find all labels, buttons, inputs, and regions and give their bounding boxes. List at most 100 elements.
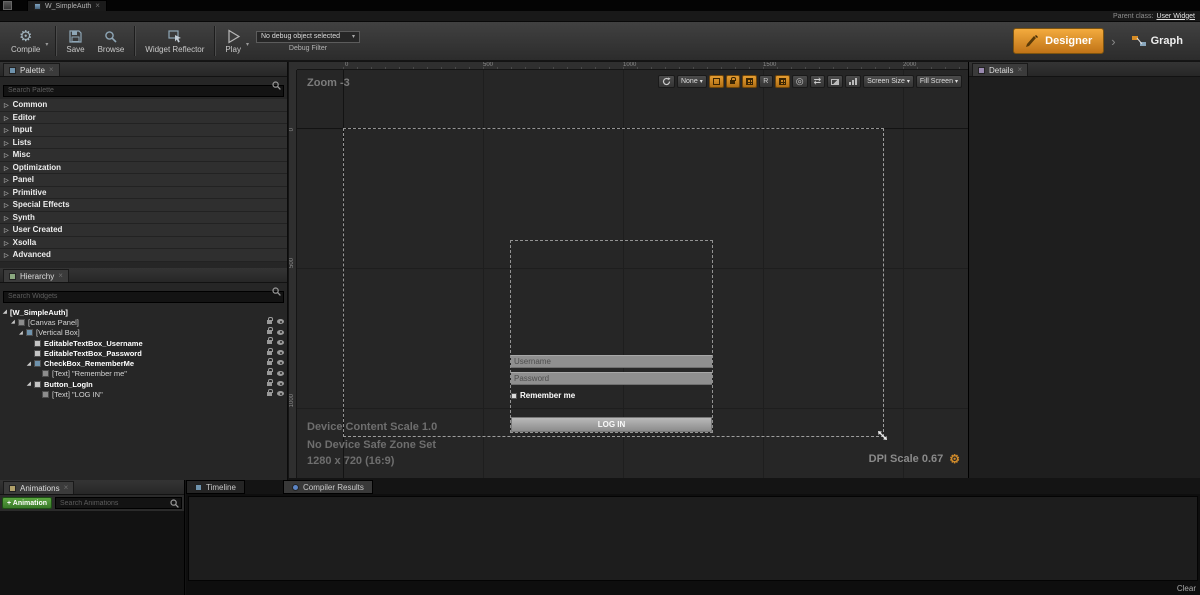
palette-category-misc[interactable]: Misc — [0, 149, 287, 162]
palette-search-input[interactable] — [3, 85, 284, 97]
compiler-results-log[interactable] — [188, 496, 1198, 581]
animations-list-empty[interactable] — [0, 511, 184, 595]
checkbox-box-icon[interactable] — [511, 393, 517, 399]
designer-canvas[interactable]: Username Password Remember me LOG IN Zoo… — [289, 62, 968, 478]
lock-icon[interactable] — [267, 392, 272, 396]
username-textbox-widget[interactable]: Username — [511, 355, 712, 368]
lock-icon[interactable] — [267, 340, 272, 344]
lock-icon[interactable] — [267, 330, 272, 334]
expand-arrow-icon[interactable] — [4, 138, 9, 147]
palette-category-common[interactable]: Common — [0, 99, 287, 112]
none-dropdown[interactable]: None — [677, 75, 707, 88]
expand-arrow-icon[interactable] — [4, 238, 9, 247]
hierarchy-item-vertical-box[interactable]: [Vertical Box] — [0, 328, 287, 338]
snap-grid-button[interactable] — [775, 75, 790, 88]
palette-category-input[interactable]: Input — [0, 124, 287, 137]
expand-arrow-icon[interactable] — [4, 113, 9, 122]
hierarchy-item-password-textbox[interactable]: EditableTextBox_Password — [0, 348, 287, 358]
hierarchy-search-input[interactable] — [3, 291, 284, 303]
hierarchy-item-username-textbox[interactable]: EditableTextBox_Username — [0, 338, 287, 348]
parent-class-link[interactable]: User Widget — [1156, 13, 1195, 20]
lock-toggle-button[interactable] — [726, 75, 740, 88]
debug-object-dropdown[interactable]: No debug object selected — [256, 31, 360, 43]
visibility-eye-icon[interactable] — [277, 371, 284, 376]
visibility-eye-icon[interactable] — [277, 340, 284, 345]
clear-button[interactable]: Clear — [1177, 584, 1196, 593]
animations-tab[interactable]: Animations — [3, 481, 74, 494]
password-textbox-widget[interactable]: Password — [511, 372, 712, 385]
palette-category-editor[interactable]: Editor — [0, 112, 287, 125]
lock-icon[interactable] — [267, 351, 272, 355]
preview-background-button[interactable] — [827, 75, 843, 88]
palette-category-panel[interactable]: Panel — [0, 174, 287, 187]
login-button-widget[interactable]: LOG IN — [511, 417, 712, 432]
compiler-results-tab[interactable]: Compiler Results — [283, 480, 373, 494]
expand-arrow-icon[interactable] — [4, 100, 9, 109]
hierarchy-item-login-button[interactable]: Button_LogIn — [0, 379, 287, 389]
play-dropdown-icon[interactable] — [246, 33, 249, 51]
expand-arrow-icon[interactable] — [4, 188, 9, 197]
outline-toggle-button[interactable] — [709, 75, 724, 88]
expand-arrow-icon[interactable] — [4, 125, 9, 134]
visibility-eye-icon[interactable] — [277, 330, 284, 335]
palette-category-lists[interactable]: Lists — [0, 137, 287, 150]
hierarchy-close-icon[interactable] — [58, 272, 63, 280]
lock-icon[interactable] — [267, 382, 272, 386]
respect-locks-button[interactable]: R — [759, 75, 773, 88]
compile-dropdown-icon[interactable] — [45, 33, 48, 51]
vertical-box-outline[interactable] — [510, 240, 713, 433]
expander-icon[interactable] — [19, 330, 26, 336]
palette-close-icon[interactable] — [49, 66, 54, 74]
browse-button[interactable]: Browse — [95, 27, 128, 55]
lock-icon[interactable] — [267, 320, 272, 324]
fill-screen-dropdown[interactable]: Fill Screen — [916, 75, 962, 88]
animations-close-icon[interactable] — [64, 484, 69, 492]
palette-category-xsolla[interactable]: Xsolla — [0, 237, 287, 250]
palette-tab[interactable]: Palette — [3, 63, 60, 76]
palette-category-user-created[interactable]: User Created — [0, 224, 287, 237]
palette-category-optimization[interactable]: Optimization — [0, 162, 287, 175]
designer-mode-button[interactable]: Designer — [1013, 28, 1104, 54]
details-tab[interactable]: Details — [972, 63, 1028, 76]
hierarchy-item-remember-text[interactable]: [Text] "Remember me" — [0, 369, 287, 379]
visibility-eye-icon[interactable] — [277, 381, 284, 386]
flip-preview-button[interactable]: ⇄ — [810, 75, 826, 88]
hierarchy-item-root[interactable]: [W_SimpleAuth] — [0, 307, 287, 317]
compile-button[interactable]: ⚙ Compile — [8, 27, 43, 55]
grid-snap-toggle-button[interactable] — [742, 75, 757, 88]
dpi-settings-gear-icon[interactable]: ⚙ — [949, 453, 960, 465]
expander-icon[interactable] — [27, 381, 34, 387]
hierarchy-item-canvas-panel[interactable]: [Canvas Panel] — [0, 317, 287, 327]
reset-view-button[interactable] — [658, 75, 675, 88]
widget-reflector-button[interactable]: Widget Reflector — [142, 27, 207, 55]
hierarchy-tab[interactable]: Hierarchy — [3, 269, 69, 282]
anchor-button[interactable]: ◎ — [792, 75, 808, 88]
expand-arrow-icon[interactable] — [4, 250, 9, 259]
screen-size-dropdown[interactable]: Screen Size — [863, 75, 914, 88]
palette-category-primitive[interactable]: Primitive — [0, 187, 287, 200]
lock-icon[interactable] — [267, 361, 272, 365]
visibility-eye-icon[interactable] — [277, 360, 284, 365]
expand-arrow-icon[interactable] — [4, 213, 9, 222]
expand-arrow-icon[interactable] — [4, 163, 9, 172]
stats-button[interactable] — [845, 75, 861, 88]
palette-category-advanced[interactable]: Advanced — [0, 249, 287, 262]
animations-search-input[interactable] — [55, 497, 182, 509]
save-button[interactable]: Save — [63, 27, 87, 55]
hierarchy-item-remember-checkbox[interactable]: CheckBox_RememberMe — [0, 358, 287, 368]
visibility-eye-icon[interactable] — [277, 350, 284, 355]
add-animation-button[interactable]: + Animation — [2, 497, 52, 509]
lock-icon[interactable] — [267, 371, 272, 375]
expander-icon[interactable] — [3, 309, 10, 315]
palette-category-special-effects[interactable]: Special Effects — [0, 199, 287, 212]
hierarchy-item-login-text[interactable]: [Text] "LOG IN" — [0, 389, 287, 399]
tab-close-icon[interactable] — [95, 2, 100, 10]
expand-arrow-icon[interactable] — [4, 200, 9, 209]
palette-category-synth[interactable]: Synth — [0, 212, 287, 225]
expander-icon[interactable] — [11, 319, 18, 325]
graph-mode-button[interactable]: Graph — [1123, 28, 1192, 54]
expand-arrow-icon[interactable] — [4, 175, 9, 184]
document-tab[interactable]: W_SimpleAuth — [27, 0, 107, 11]
remember-me-widget[interactable]: Remember me — [511, 391, 575, 400]
expander-icon[interactable] — [27, 361, 34, 367]
